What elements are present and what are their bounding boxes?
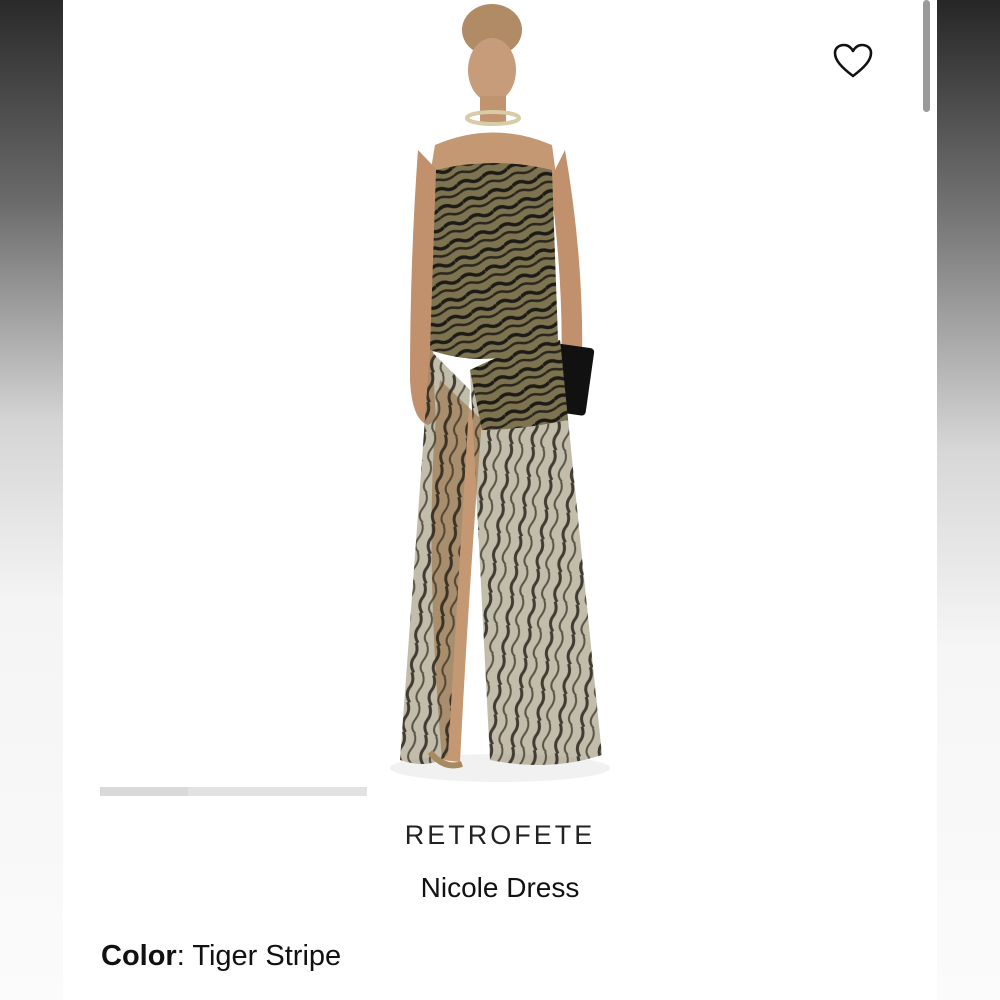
heart-outline-icon: [833, 43, 873, 78]
scrollbar[interactable]: [923, 0, 930, 112]
brand-name[interactable]: RETROFETE: [63, 820, 937, 851]
color-value: Tiger Stripe: [192, 940, 342, 972]
color-separator: :: [176, 940, 185, 972]
color-info: Color: Tiger Stripe: [101, 940, 341, 973]
product-name: Nicole Dress: [420, 872, 580, 903]
color-label: Color: [101, 940, 177, 972]
right-edge-backdrop: [936, 0, 1000, 1000]
gallery-progress-fill: [100, 787, 189, 796]
gallery-progress-bar: [100, 787, 367, 796]
product-image[interactable]: [370, 0, 630, 790]
favorite-button[interactable]: [831, 40, 875, 82]
model-in-dress-image: [390, 4, 610, 782]
